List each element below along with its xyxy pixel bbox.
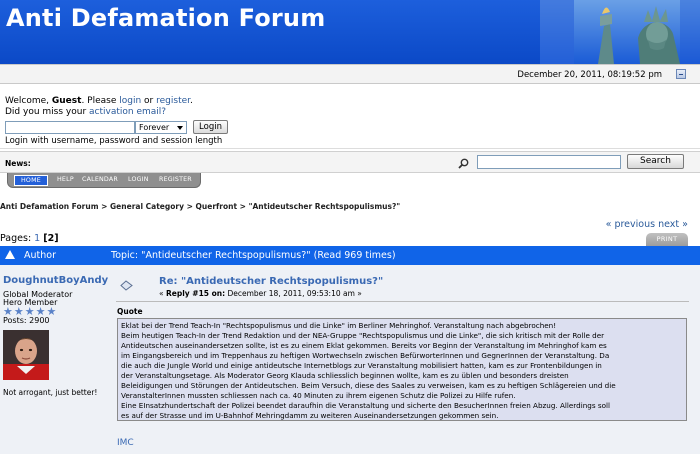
session-length-select[interactable]: Forever — [135, 121, 187, 134]
breadcrumb-forum[interactable]: Anti Defamation Forum — [0, 202, 99, 211]
quote-line: Antideutschen auseinandersetzen sollte, … — [121, 341, 607, 351]
session-length-value: Forever — [139, 123, 170, 132]
news-bar: News: Search — [0, 151, 700, 173]
print-button[interactable]: PRINT — [646, 233, 688, 246]
tab-help[interactable]: HELP — [57, 176, 74, 183]
next-topic-link[interactable]: next » — [658, 219, 688, 230]
login-button[interactable]: Login — [193, 120, 228, 134]
quote-line: VeranstalterInnen mussten schliessen nac… — [121, 391, 516, 401]
username-input[interactable] — [5, 121, 135, 134]
statue-of-liberty-banner-image — [540, 0, 700, 64]
date-bar: December 20, 2011, 08:19:52 pm — [0, 64, 700, 84]
breadcrumb: Anti Defamation Forum > General Category… — [0, 202, 400, 211]
quote-line: die auch die Jungle World und einige ant… — [121, 361, 602, 371]
pagination: Pages: 1 [2] — [0, 233, 59, 244]
activation-email-link[interactable]: activation email? — [89, 107, 166, 117]
search-button[interactable]: Search — [627, 154, 684, 169]
welcome-prefix: Welcome, — [5, 96, 52, 106]
user-panel: Welcome, Guest. Please login or register… — [0, 85, 700, 149]
imc-link[interactable]: IMC — [117, 438, 134, 448]
welcome-mid: . Please — [81, 96, 120, 106]
quote-line: es auf der Strasse und im U-Bahnhof Mehr… — [121, 411, 499, 421]
topic-header: Author Topic: "Antideutscher Rechtspopul… — [0, 246, 700, 265]
current-page: [2] — [43, 233, 59, 244]
breadcrumb-topic[interactable]: "Antideutscher Rechtspopulismus?" — [249, 202, 401, 211]
activation-text: Did you miss your activation email? — [5, 107, 166, 117]
tab-home[interactable]: HOME — [14, 175, 48, 186]
poster-name-link[interactable]: DoughnutBoyAndy — [3, 275, 108, 286]
current-date: December 20, 2011, 08:19:52 pm — [517, 70, 662, 80]
post-date: December 18, 2011, 09:53:10 am » — [225, 289, 362, 298]
login-hint: Login with username, password and sessio… — [5, 136, 223, 146]
breadcrumb-sep: > — [184, 202, 196, 211]
welcome-period: . — [190, 96, 193, 106]
avatar[interactable] — [3, 330, 49, 380]
search-icon — [458, 158, 469, 169]
chevron-down-icon — [177, 126, 183, 130]
quote-line: der Veranstaltungsetage. Als Moderator G… — [121, 371, 569, 381]
guest-label: Guest — [51, 96, 82, 106]
activation-prefix: Did you miss your — [5, 107, 90, 117]
caret-up-icon — [5, 250, 15, 259]
poster-post-count: Posts: 2900 — [3, 316, 50, 325]
author-column-header: Author — [24, 250, 56, 261]
quote-line: Eine EInsatzhundertschaft der Polizei be… — [121, 401, 610, 411]
tab-register[interactable]: REGISTER — [159, 176, 192, 183]
breadcrumb-sep: > — [237, 202, 249, 211]
pages-label: Pages: — [0, 233, 35, 244]
login-link[interactable]: login — [119, 96, 141, 106]
quote-block: Eklat bei der Trend Teach-In "Rechtspopu… — [117, 318, 687, 421]
meta-prefix: « — [159, 289, 166, 298]
topic-title: Topic: "Antideutscher Rechtspopulismus?"… — [111, 250, 396, 261]
quote-label: Quote — [117, 307, 143, 316]
breadcrumb-sep: > — [98, 202, 111, 211]
welcome-or: or — [141, 96, 157, 106]
welcome-text: Welcome, Guest. Please login or register… — [5, 96, 193, 106]
collapse-icon[interactable] — [676, 69, 686, 79]
news-label: News: — [5, 159, 31, 168]
post-divider — [116, 301, 689, 302]
forum-header: Anti Defamation Forum — [0, 0, 700, 64]
forum-title[interactable]: Anti Defamation Forum — [6, 4, 325, 32]
quote-line: Eklat bei der Trend Teach-In "Rechtspopu… — [121, 321, 557, 330]
quote-line: im Eingangsbereich und im Treppenhaus zu… — [121, 351, 610, 361]
main-menu: HOME HELP CALENDAR LOGIN REGISTER — [7, 173, 201, 188]
post: DoughnutBoyAndy Global Moderator Hero Me… — [0, 265, 700, 454]
breadcrumb-category[interactable]: General Category — [110, 202, 184, 211]
quote-line: Beleidigungen und Störungen der Antideut… — [121, 381, 616, 391]
tab-login[interactable]: LOGIN — [128, 176, 149, 183]
search-input[interactable] — [477, 155, 621, 169]
poster-personal-text: Not arrogant, just better! — [3, 388, 98, 397]
reply-number: Reply #15 on: — [165, 289, 226, 298]
register-link[interactable]: register — [156, 96, 190, 106]
quote-line: Beim heutigen Teach-In der Trend Redakti… — [121, 331, 605, 341]
previous-topic-link[interactable]: « previous — [606, 219, 655, 230]
topic-navigation: « previous next » — [606, 219, 688, 230]
post-meta: « Reply #15 on: December 18, 2011, 09:53… — [159, 289, 362, 298]
post-icon — [120, 280, 133, 291]
page-1-link[interactable]: 1 — [34, 233, 40, 244]
post-title-link[interactable]: Re: "Antideutscher Rechtspopulismus?" — [159, 276, 383, 287]
tab-calendar[interactable]: CALENDAR — [82, 176, 118, 183]
breadcrumb-board[interactable]: Querfront — [196, 202, 238, 211]
